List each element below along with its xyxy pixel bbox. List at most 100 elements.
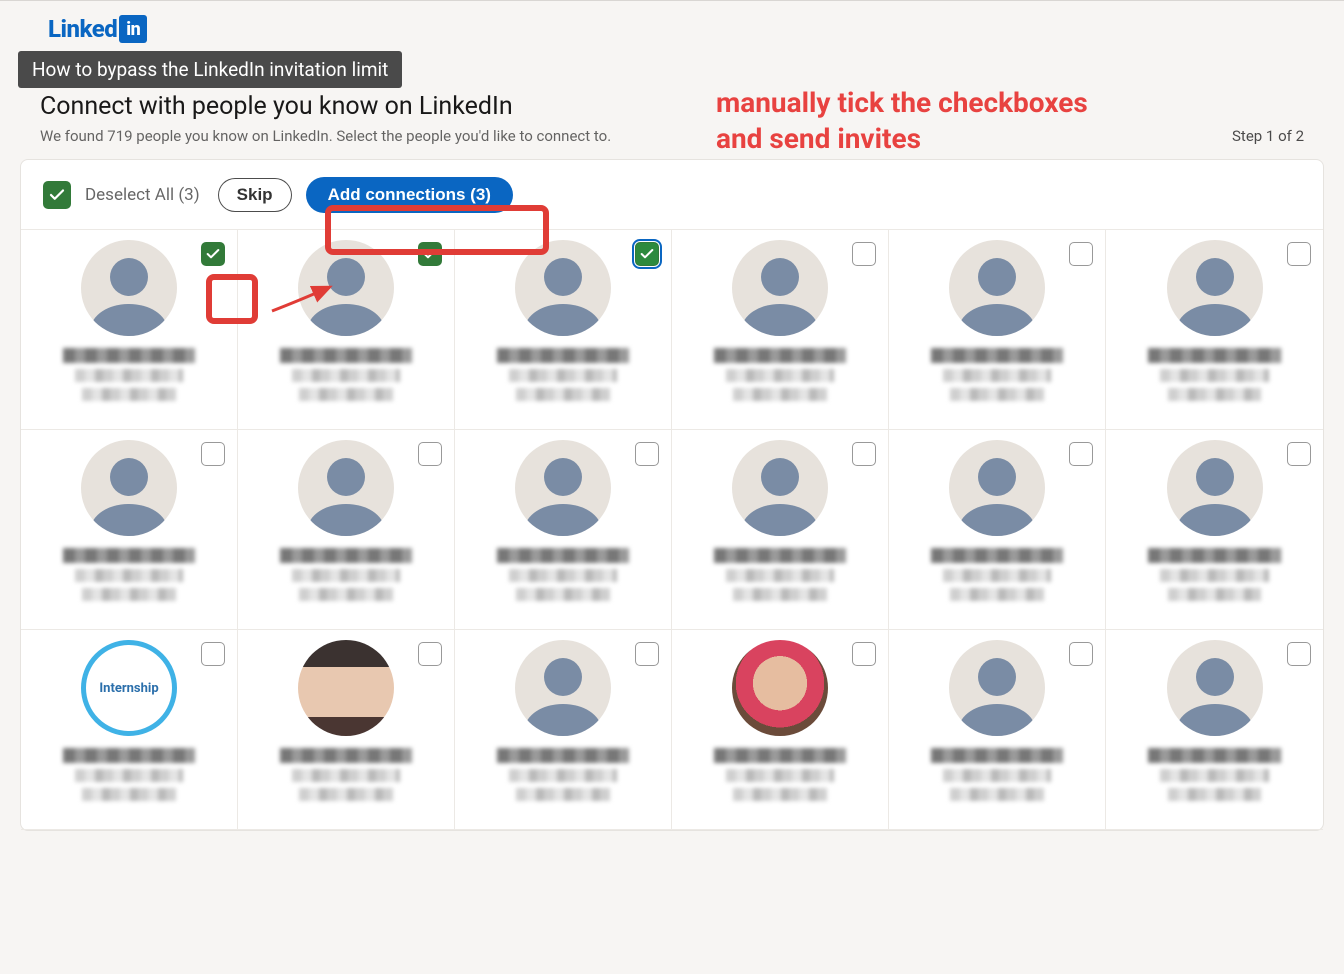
check-icon [639, 246, 655, 262]
person-info-blurred [1117, 748, 1312, 801]
person-checkbox[interactable] [635, 642, 659, 666]
person-checkbox[interactable] [635, 442, 659, 466]
blurred-name [714, 348, 846, 363]
blurred-subtitle [1168, 788, 1262, 801]
person-info-blurred [1117, 548, 1312, 601]
blurred-title [509, 369, 618, 382]
add-connections-button[interactable]: Add connections (3) [306, 177, 513, 213]
avatar-photo [732, 640, 828, 736]
person-card[interactable] [455, 630, 672, 830]
blurred-name [931, 348, 1063, 363]
person-checkbox[interactable] [201, 442, 225, 466]
blurred-name [1148, 748, 1281, 763]
blurred-title [726, 769, 835, 782]
blurred-title [726, 569, 835, 582]
check-icon [48, 186, 66, 204]
person-card[interactable] [889, 430, 1106, 630]
person-checkbox[interactable] [418, 642, 442, 666]
person-checkbox[interactable] [1069, 442, 1093, 466]
person-card[interactable] [672, 430, 889, 630]
person-checkbox[interactable] [1287, 242, 1311, 266]
person-card[interactable] [1106, 430, 1323, 630]
avatar-default [515, 640, 611, 736]
person-card[interactable] [455, 430, 672, 630]
person-card[interactable] [672, 630, 889, 830]
person-info-blurred [1117, 348, 1312, 401]
person-card[interactable] [889, 230, 1106, 430]
page-title: Connect with people you know on LinkedIn [40, 92, 1304, 121]
blurred-subtitle [299, 388, 392, 401]
blurred-title [943, 769, 1052, 782]
blurred-subtitle [733, 588, 826, 601]
blurred-title [292, 769, 401, 782]
person-info-blurred [900, 748, 1094, 801]
person-card[interactable] [455, 230, 672, 430]
person-info-blurred [900, 548, 1094, 601]
blurred-subtitle [82, 388, 175, 401]
blurred-name [63, 548, 195, 563]
person-card[interactable] [889, 630, 1106, 830]
person-info-blurred [249, 748, 443, 801]
person-card[interactable] [672, 230, 889, 430]
person-info-blurred [32, 348, 226, 401]
person-card[interactable] [21, 430, 238, 630]
person-checkbox[interactable] [852, 242, 876, 266]
person-card[interactable] [238, 230, 455, 430]
blurred-subtitle [299, 588, 392, 601]
avatar-default [1167, 440, 1263, 536]
blurred-subtitle [1168, 588, 1262, 601]
person-checkbox[interactable] [418, 442, 442, 466]
person-info-blurred [683, 548, 877, 601]
person-checkbox[interactable] [1287, 642, 1311, 666]
avatar-default [515, 240, 611, 336]
avatar-default [1167, 240, 1263, 336]
logo-text: Linked [48, 15, 117, 43]
person-info-blurred [249, 548, 443, 601]
person-info-blurred [683, 348, 877, 401]
person-card[interactable]: Internship [21, 630, 238, 830]
person-card[interactable] [238, 430, 455, 630]
skip-button[interactable]: Skip [218, 178, 292, 212]
tooltip-caption: How to bypass the LinkedIn invitation li… [18, 51, 402, 88]
person-checkbox[interactable] [418, 242, 442, 266]
blurred-subtitle [950, 788, 1043, 801]
blurred-name [931, 748, 1063, 763]
blurred-name [497, 748, 629, 763]
check-icon [205, 246, 221, 262]
person-checkbox[interactable] [635, 242, 659, 266]
blurred-name [497, 548, 629, 563]
linkedin-logo: Linked in [48, 15, 147, 43]
blurred-subtitle [733, 788, 826, 801]
blurred-title [509, 769, 618, 782]
person-checkbox[interactable] [201, 242, 225, 266]
blurred-name [714, 748, 846, 763]
person-card[interactable] [21, 230, 238, 430]
blurred-name [63, 348, 195, 363]
person-checkbox[interactable] [852, 442, 876, 466]
blurred-subtitle [733, 388, 826, 401]
connections-panel: Deselect All (3) Skip Add connections (3… [20, 159, 1324, 831]
blurred-title [943, 569, 1052, 582]
deselect-all-label[interactable]: Deselect All (3) [85, 185, 200, 205]
annotation-text: manually tick the checkboxes and send in… [716, 85, 1088, 158]
person-card[interactable] [1106, 630, 1323, 830]
person-checkbox[interactable] [1287, 442, 1311, 466]
person-info-blurred [32, 748, 226, 801]
avatar-default [81, 440, 177, 536]
person-checkbox[interactable] [1069, 642, 1093, 666]
avatar-photo [298, 640, 394, 736]
avatar-default [298, 440, 394, 536]
person-checkbox[interactable] [1069, 242, 1093, 266]
person-info-blurred [900, 348, 1094, 401]
person-card[interactable] [1106, 230, 1323, 430]
person-checkbox[interactable] [201, 642, 225, 666]
blurred-title [75, 369, 184, 382]
blurred-name [63, 748, 195, 763]
blurred-name [497, 348, 629, 363]
blurred-title [292, 369, 401, 382]
master-checkbox[interactable] [43, 181, 71, 209]
logo-badge: in [119, 15, 147, 43]
person-checkbox[interactable] [852, 642, 876, 666]
person-card[interactable] [238, 630, 455, 830]
avatar-default [81, 240, 177, 336]
